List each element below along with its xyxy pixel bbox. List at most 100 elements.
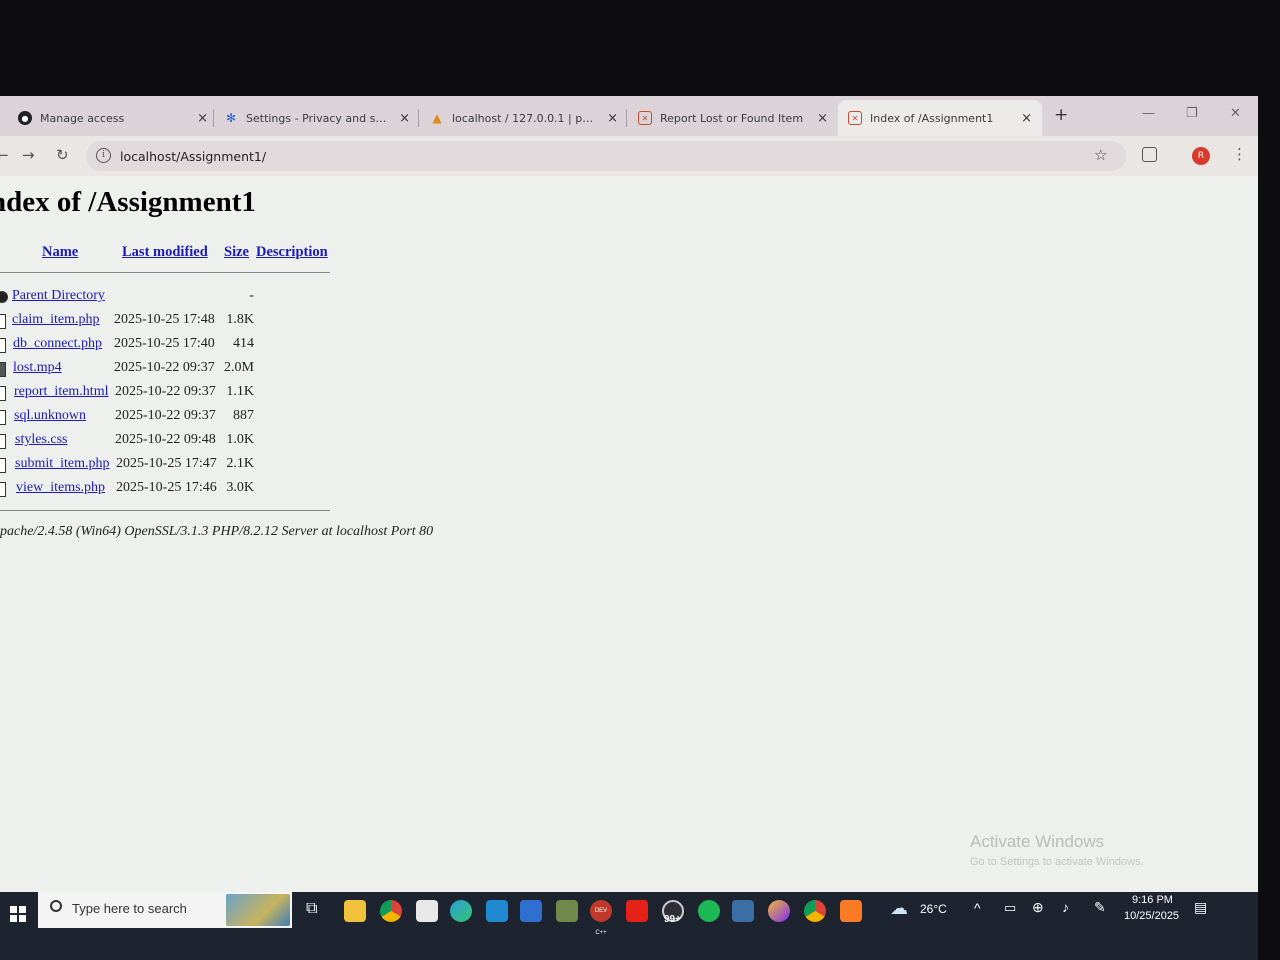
vscode-icon[interactable] <box>486 900 508 922</box>
close-icon[interactable]: × <box>197 111 208 126</box>
file-link[interactable]: claim_item.php <box>12 312 99 328</box>
sublime-icon[interactable] <box>556 900 578 922</box>
tab-manage-access[interactable]: ● Manage access × <box>18 102 208 134</box>
file-size: 3.0K <box>226 480 254 495</box>
file-icon <box>0 434 6 449</box>
file-modified: 2025-10-25 17:40 <box>114 336 215 351</box>
restore-icon[interactable]: ❐ <box>1186 106 1198 121</box>
tab-label: Manage access <box>40 111 125 125</box>
header-divider <box>0 272 330 273</box>
list-item: claim_item.php 2025-10-25 17:48 1.8K <box>0 312 340 334</box>
file-icon <box>0 458 6 473</box>
taskbar-search-box[interactable]: Type here to search <box>38 892 292 928</box>
spotify-icon[interactable] <box>698 900 720 922</box>
file-link[interactable]: styles.css <box>15 432 68 448</box>
bookmark-star-icon[interactable]: ☆ <box>1094 146 1107 164</box>
page-content: ndex of /Assignment1 Name Last modified … <box>0 176 1258 892</box>
file-icon <box>0 482 6 497</box>
tab-report-lost-found[interactable]: ✕ Report Lost or Found Item × <box>638 102 828 134</box>
devcpp-icon[interactable]: DEV C++ <box>590 900 612 936</box>
list-item-parent-directory: Parent Directory - <box>0 288 340 310</box>
tab-separator <box>626 109 627 127</box>
file-link[interactable]: lost.mp4 <box>13 360 62 376</box>
weather-icon[interactable]: ☁ <box>890 898 908 919</box>
microsoft-store-icon[interactable] <box>416 900 438 922</box>
windows-taskbar: Type here to search ⧉ DEV C++ 99+ ☁ 26°C… <box>0 892 1258 960</box>
new-tab-button[interactable]: + <box>1054 105 1068 125</box>
gear-icon: ✻ <box>225 111 237 125</box>
file-link[interactable]: db_connect.php <box>13 336 102 352</box>
notification-center-icon[interactable]: ▤ <box>1194 899 1207 916</box>
tab-settings-privacy[interactable]: ✻ Settings - Privacy and securi × <box>224 102 410 134</box>
list-item: lost.mp4 2025-10-22 09:37 2.0M <box>0 360 340 382</box>
close-icon[interactable]: × <box>399 111 410 126</box>
copilot-icon[interactable] <box>768 900 790 922</box>
tab-index-assignment1[interactable]: ✕ Index of /Assignment1 × <box>838 100 1042 136</box>
globe-icon[interactable]: ⊕ <box>1032 899 1044 916</box>
extensions-icon[interactable] <box>1142 147 1157 162</box>
list-item: report_item.html 2025-10-22 09:37 1.1K <box>0 384 340 406</box>
column-header-name[interactable]: Name <box>42 244 78 261</box>
parent-directory-link[interactable]: Parent Directory <box>12 288 105 304</box>
windows-start-icon[interactable] <box>10 906 26 922</box>
volume-icon[interactable]: ♪ <box>1062 899 1069 915</box>
tab-label: Report Lost or Found Item <box>660 111 804 125</box>
file-link[interactable]: submit_item.php <box>15 456 110 472</box>
page-title: ndex of /Assignment1 <box>0 186 256 218</box>
youtube-icon[interactable] <box>626 900 648 922</box>
column-header-size[interactable]: Size <box>224 244 249 261</box>
close-icon[interactable]: × <box>817 111 828 126</box>
reload-icon[interactable]: ↻ <box>56 146 69 164</box>
profile-avatar[interactable]: R <box>1192 147 1210 165</box>
monitor-screen: ● Manage access × ✻ Settings - Privacy a… <box>0 96 1258 960</box>
column-header-last-modified[interactable]: Last modified <box>122 244 208 261</box>
tab-label: Settings - Privacy and securi <box>246 111 392 125</box>
server-signature: pache/2.4.58 (Win64) OpenSSL/3.1.3 PHP/8… <box>0 524 434 539</box>
tray-chevron-icon[interactable]: ^ <box>974 900 981 916</box>
edge-icon[interactable] <box>450 900 472 922</box>
chrome-icon[interactable] <box>380 900 402 922</box>
tab-phpmyadmin[interactable]: ▲ localhost / 127.0.0.1 | phpMy × <box>430 102 618 134</box>
minimize-icon[interactable]: — <box>1142 106 1155 121</box>
clock-date[interactable]: 10/25/2025 <box>1124 910 1179 922</box>
file-link[interactable]: report_item.html <box>14 384 108 400</box>
video-file-icon <box>0 362 6 377</box>
file-explorer-icon[interactable] <box>344 900 366 922</box>
file-size: 1.1K <box>226 384 254 399</box>
task-view-icon[interactable]: ⧉ <box>306 900 317 918</box>
site-info-icon[interactable]: i <box>96 148 111 163</box>
address-url[interactable]: localhost/Assignment1/ <box>120 149 266 164</box>
chrome-active-icon[interactable] <box>804 900 826 922</box>
file-link[interactable]: view_items.php <box>16 480 105 496</box>
address-bar[interactable]: i localhost/Assignment1/ <box>86 141 1126 171</box>
close-icon[interactable]: × <box>607 111 618 126</box>
file-link[interactable]: sql.unknown <box>14 408 86 424</box>
close-icon[interactable]: × <box>1021 111 1032 126</box>
xampp-taskbar-icon[interactable] <box>840 900 862 922</box>
clock-time[interactable]: 9:16 PM <box>1132 894 1173 906</box>
mysql-workbench-icon[interactable] <box>732 900 754 922</box>
phpmyadmin-icon: ▲ <box>432 111 442 125</box>
weather-temperature[interactable]: 26°C <box>920 902 947 916</box>
forward-icon[interactable]: → <box>22 146 35 164</box>
tab-separator <box>213 109 214 127</box>
back-icon[interactable]: ← <box>0 146 9 164</box>
xampp-icon: ✕ <box>848 111 862 125</box>
browser-menu-icon[interactable]: ⋮ <box>1232 145 1247 163</box>
network-icon[interactable]: ▭ <box>1004 900 1016 916</box>
pen-icon[interactable]: ✎ <box>1094 899 1106 916</box>
file-icon <box>0 338 6 353</box>
github-icon: ● <box>18 111 32 125</box>
file-icon <box>0 386 6 401</box>
activate-windows-title: Activate Windows <box>970 832 1105 851</box>
file-modified: 2025-10-22 09:37 <box>115 384 216 399</box>
file-modified: 2025-10-25 17:47 <box>116 456 217 471</box>
tab-label: Index of /Assignment1 <box>870 111 994 125</box>
column-header-description[interactable]: Description <box>256 244 328 261</box>
file-icon <box>0 314 6 329</box>
outlook-icon[interactable] <box>520 900 542 922</box>
tab-separator <box>418 109 419 127</box>
list-item: submit_item.php 2025-10-25 17:47 2.1K <box>0 456 340 478</box>
window-close-icon[interactable]: ✕ <box>1230 106 1241 121</box>
xampp-icon: ✕ <box>638 111 652 125</box>
